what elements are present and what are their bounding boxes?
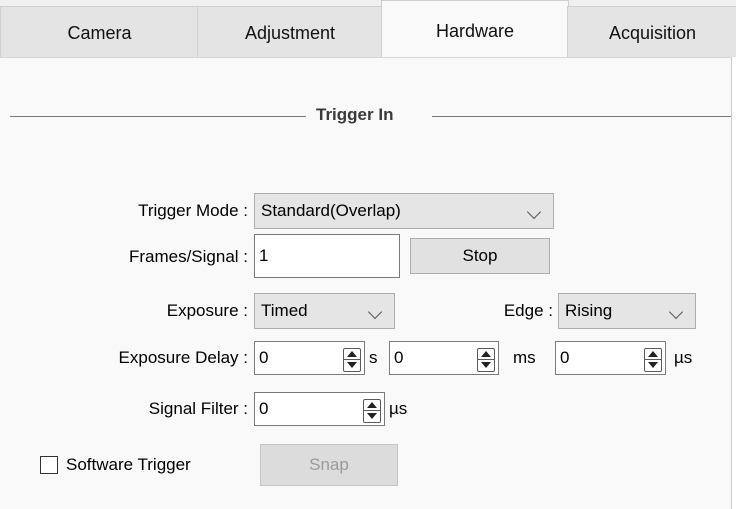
- trigger-mode-dropdown[interactable]: Standard(Overlap): [254, 193, 554, 229]
- edge-label: Edge :: [503, 301, 553, 320]
- signal-filter-value: 0: [259, 399, 269, 418]
- exposure-delay-us-value: 0: [560, 348, 570, 367]
- chevron-down-icon: [526, 204, 542, 220]
- software-trigger-label: Software Trigger: [66, 455, 191, 474]
- exposure-delay-label: Exposure Delay :: [118, 348, 248, 367]
- group-divider-right: [432, 116, 731, 117]
- exposure-delay-us-unit: µs: [674, 348, 693, 367]
- frames-signal-label: Frames/Signal :: [128, 247, 248, 266]
- exposure-delay-s-input[interactable]: 0: [254, 341, 365, 375]
- chevron-down-icon: [668, 304, 684, 320]
- tab-camera[interactable]: Camera: [0, 6, 199, 59]
- exposure-value: Timed: [261, 301, 308, 320]
- tab-adjustment[interactable]: Adjustment: [197, 6, 383, 59]
- software-trigger-checkbox[interactable]: [40, 456, 58, 474]
- exposure-delay-s-unit: s: [369, 348, 378, 367]
- tab-acquisition[interactable]: Acquisition: [567, 6, 736, 59]
- exposure-delay-ms-input[interactable]: 0: [389, 341, 499, 375]
- exposure-dropdown[interactable]: Timed: [254, 293, 395, 329]
- snap-button[interactable]: Snap: [260, 444, 398, 486]
- signal-filter-input[interactable]: 0: [254, 392, 385, 426]
- chevron-down-icon: [367, 304, 383, 320]
- group-divider-left: [10, 116, 306, 117]
- signal-filter-label: Signal Filter :: [148, 399, 248, 418]
- vertical-scrollbar[interactable]: [731, 57, 736, 509]
- exposure-delay-ms-value: 0: [394, 348, 404, 367]
- edge-value: Rising: [565, 301, 613, 320]
- trigger-mode-label: Trigger Mode :: [138, 201, 248, 220]
- stop-button[interactable]: Stop: [410, 238, 550, 274]
- tab-bar: Camera Adjustment Hardware Acquisition: [0, 0, 736, 59]
- exposure-delay-us-input[interactable]: 0: [555, 341, 666, 375]
- trigger-mode-value: Standard(Overlap): [261, 201, 401, 220]
- spinner-arrows-icon[interactable]: [477, 348, 495, 372]
- spinner-arrows-icon[interactable]: [343, 348, 361, 372]
- signal-filter-unit: µs: [389, 399, 408, 418]
- frames-signal-input[interactable]: 1: [254, 234, 400, 278]
- exposure-delay-s-value: 0: [259, 348, 269, 367]
- exposure-label: Exposure :: [166, 301, 248, 320]
- spinner-arrows-icon[interactable]: [363, 399, 381, 423]
- exposure-delay-ms-unit: ms: [513, 348, 536, 367]
- tab-hardware[interactable]: Hardware: [381, 0, 569, 59]
- spinner-arrows-icon[interactable]: [644, 348, 662, 372]
- edge-dropdown[interactable]: Rising: [558, 293, 696, 329]
- group-title: Trigger In: [316, 105, 394, 124]
